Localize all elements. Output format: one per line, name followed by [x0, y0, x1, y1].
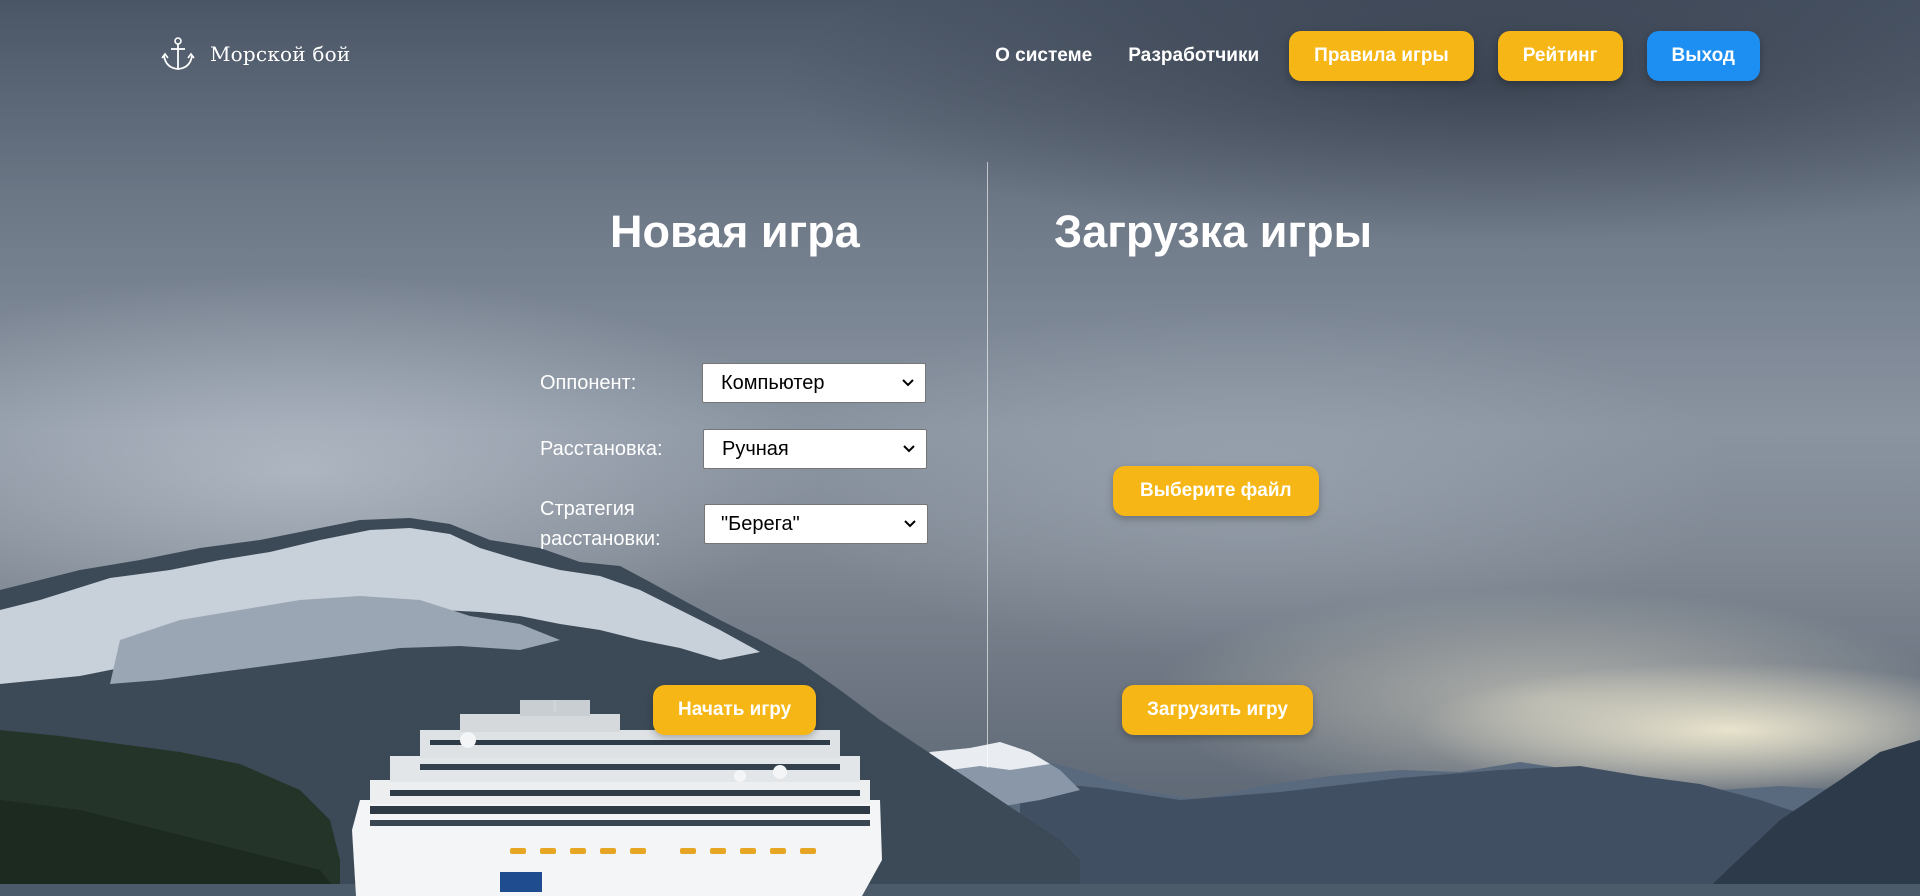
- chevron-down-icon: [902, 379, 914, 387]
- strategy-select[interactable]: "Берега": [704, 504, 928, 544]
- app-name: Морской бой: [210, 42, 351, 66]
- chevron-down-icon: [904, 520, 916, 528]
- logo[interactable]: Морской бой: [160, 36, 350, 72]
- rating-button[interactable]: Рейтинг: [1497, 31, 1623, 81]
- anchor-icon: [161, 37, 195, 70]
- top-header: Морской бой О системе Разработчики Прави…: [0, 0, 1920, 112]
- logout-button[interactable]: Выход: [1646, 31, 1760, 81]
- opponent-select[interactable]: Компьютер: [702, 363, 926, 403]
- placement-select[interactable]: Ручная: [703, 429, 927, 469]
- load-game-title: Загрузка игры: [1054, 206, 1373, 257]
- placement-label: Расстановка:: [540, 438, 663, 460]
- top-nav: О системе Разработчики Правила игры Рейт…: [989, 31, 1760, 81]
- strategy-label-line1: Стратегия: [540, 498, 635, 520]
- strategy-label-line2: расстановки:: [540, 528, 661, 550]
- start-game-button[interactable]: Начать игру: [653, 685, 817, 735]
- new-game-title: Новая игра: [610, 206, 860, 257]
- opponent-label: Оппонент:: [540, 372, 637, 394]
- choose-file-button[interactable]: Выберите файл: [1113, 466, 1319, 516]
- load-game-button[interactable]: Загрузить игру: [1122, 685, 1313, 735]
- section-divider: [987, 162, 988, 768]
- strategy-label: Стратегия расстановки:: [540, 494, 661, 554]
- rules-button[interactable]: Правила игры: [1289, 31, 1474, 81]
- placement-select-value: Ручная: [722, 437, 789, 460]
- nav-about-link[interactable]: О системе: [989, 45, 1098, 67]
- strategy-select-value: "Берега": [721, 512, 800, 535]
- background-scenery: [0, 518, 1920, 896]
- nav-developers-link[interactable]: Разработчики: [1122, 45, 1265, 67]
- chevron-down-icon: [903, 445, 915, 453]
- opponent-select-value: Компьютер: [721, 371, 825, 394]
